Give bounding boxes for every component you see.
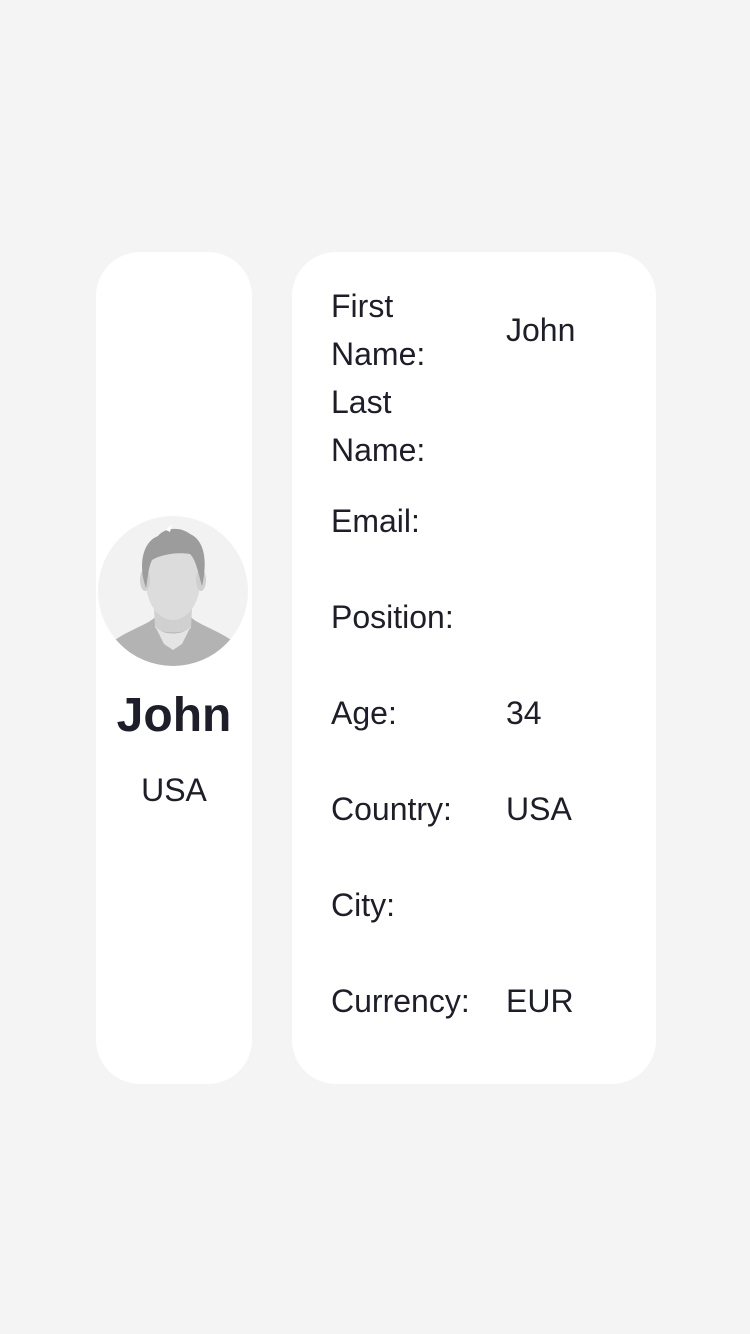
- last-name-label: Last Name:: [331, 384, 426, 468]
- age-label: Age:: [331, 695, 397, 731]
- profile-country: USA: [141, 772, 207, 808]
- currency-label: Currency:: [331, 983, 470, 1019]
- email-label: Email:: [331, 503, 420, 539]
- first-name-value: John: [506, 312, 576, 348]
- profile-summary-card: John USA: [96, 252, 252, 1084]
- country-value: USA: [506, 791, 572, 827]
- user-profile-screen: John USA First Name: John Last Name: Ema…: [0, 0, 750, 1334]
- city-label: City:: [331, 887, 395, 923]
- age-value: 34: [506, 695, 542, 731]
- currency-value: EUR: [506, 983, 574, 1019]
- user-avatar-icon: [98, 524, 248, 666]
- position-label: Position:: [331, 599, 454, 635]
- avatar: [98, 516, 248, 666]
- profile-name: John: [116, 689, 232, 742]
- first-name-label: First Name:: [331, 288, 426, 372]
- profile-details-card: First Name: John Last Name: Email: Posit…: [292, 252, 656, 1084]
- country-label: Country:: [331, 791, 452, 827]
